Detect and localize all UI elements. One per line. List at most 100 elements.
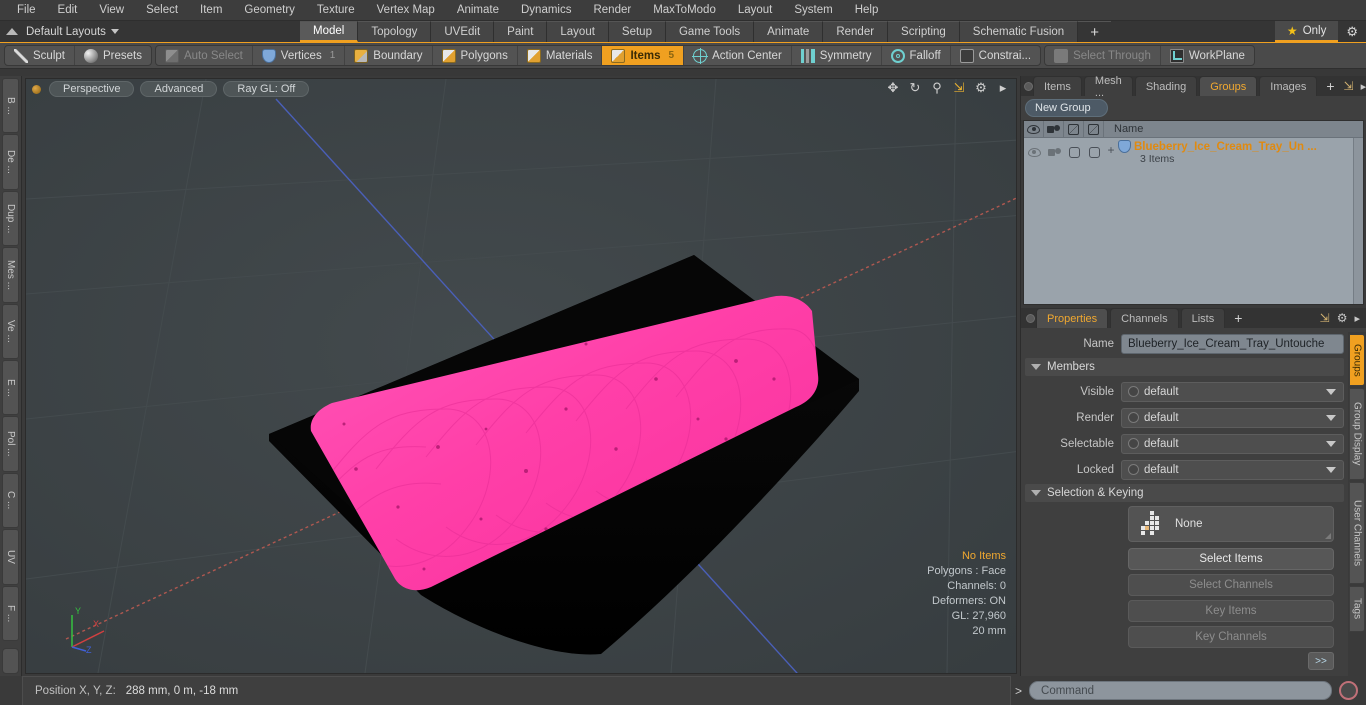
menu-item-select[interactable]: Select <box>135 2 189 18</box>
tab-uvedit[interactable]: UVEdit <box>431 21 495 42</box>
key-channels-button[interactable]: Key Channels <box>1128 626 1334 648</box>
groups-list[interactable]: Name + Blueberry_Ice_Cream_Tray_Un ... 3… <box>1023 120 1364 305</box>
left-tab-edge[interactable]: E ... <box>2 360 19 416</box>
tab-shading[interactable]: Shading <box>1134 76 1198 96</box>
left-tab-curve[interactable]: C ... <box>2 472 19 529</box>
tool-action-center[interactable]: Action Center <box>684 46 792 65</box>
menu-item-edit[interactable]: Edit <box>47 2 89 18</box>
left-tab-basic[interactable]: B ... <box>2 78 19 134</box>
select-items-button[interactable]: Select Items <box>1128 548 1334 570</box>
tab-model[interactable]: Model <box>300 21 359 42</box>
collapse-arrow-icon[interactable] <box>6 28 18 35</box>
rtab-group-display[interactable]: Group Display <box>1349 388 1365 480</box>
tab-images[interactable]: Images <box>1259 76 1318 96</box>
move-icon[interactable]: ✥ <box>886 80 900 95</box>
menu-item-geometry[interactable]: Geometry <box>233 2 306 18</box>
menu-item-item[interactable]: Item <box>189 2 233 18</box>
more-options-button[interactable]: >> <box>1308 652 1334 670</box>
left-tab-duplicate[interactable]: Dup ... <box>2 190 19 247</box>
tool-select-through[interactable]: Select Through <box>1045 46 1161 65</box>
tab-properties[interactable]: Properties <box>1036 308 1109 328</box>
gear-icon[interactable]: ⚙ <box>974 80 988 95</box>
menu-item-animate[interactable]: Animate <box>446 2 510 18</box>
row-render-toggle[interactable] <box>1064 140 1084 164</box>
tool-vertices[interactable]: Vertices 1 <box>253 46 346 65</box>
record-icon[interactable] <box>1339 681 1358 700</box>
new-group-button[interactable]: New Group <box>1025 99 1108 117</box>
tab-animate[interactable]: Animate <box>754 21 824 42</box>
viewport-projection-selector[interactable]: Perspective <box>49 81 135 97</box>
row-camera-toggle[interactable] <box>1044 140 1064 164</box>
menu-item-view[interactable]: View <box>88 2 135 18</box>
tool-boundary[interactable]: Boundary <box>345 46 433 65</box>
tab-paint[interactable]: Paint <box>494 21 548 42</box>
tab-topology[interactable]: Topology <box>358 21 432 42</box>
viewport-raygl-selector[interactable]: Ray GL: Off <box>223 81 310 97</box>
selection-set-field[interactable]: None <box>1128 506 1334 542</box>
zoom-icon[interactable]: ⚲ <box>930 80 944 95</box>
row-select-toggle[interactable] <box>1084 140 1104 164</box>
tab-channels[interactable]: Channels <box>1110 308 1179 328</box>
layout-settings-button[interactable]: ⚙ <box>1338 21 1366 42</box>
selection-keying-section-header[interactable]: Selection & Keying <box>1025 484 1344 502</box>
gear-icon[interactable]: ⚙ <box>1337 311 1348 325</box>
menu-item-vertex-map[interactable]: Vertex Map <box>366 2 446 18</box>
viewport-shading-selector[interactable]: Advanced <box>140 81 218 97</box>
tab-game-tools[interactable]: Game Tools <box>665 21 755 42</box>
tool-sculpt[interactable]: Sculpt <box>5 46 75 65</box>
play-icon[interactable]: ▸ <box>996 80 1010 95</box>
table-row[interactable]: + Blueberry_Ice_Cream_Tray_Un ... 3 Item… <box>1024 138 1353 168</box>
row-expand-button[interactable]: + <box>1104 140 1118 157</box>
tool-materials[interactable]: Materials <box>518 46 603 65</box>
menu-item-render[interactable]: Render <box>582 2 642 18</box>
menu-item-help[interactable]: Help <box>844 2 890 18</box>
chevron-right-icon[interactable]: ▸ <box>1354 312 1360 325</box>
locked-dropdown[interactable]: default <box>1121 459 1344 480</box>
menu-item-texture[interactable]: Texture <box>306 2 366 18</box>
rtab-groups[interactable]: Groups <box>1349 334 1365 386</box>
groups-list-body[interactable]: + Blueberry_Ice_Cream_Tray_Un ... 3 Item… <box>1024 138 1353 304</box>
chevron-right-icon[interactable]: ▸ <box>1361 80 1366 93</box>
visible-dropdown[interactable]: default <box>1121 381 1344 402</box>
menu-item-dynamics[interactable]: Dynamics <box>510 2 582 18</box>
locked-radio-icon[interactable] <box>1128 464 1139 475</box>
groups-list-scrollbar[interactable] <box>1353 138 1363 304</box>
left-tab-mesh[interactable]: Mes ... <box>2 247 19 303</box>
tab-scripting[interactable]: Scripting <box>888 21 960 42</box>
left-tab-fusion[interactable]: F ... <box>2 585 19 642</box>
tab-mesh[interactable]: Mesh ... <box>1083 75 1133 99</box>
menu-item-file[interactable]: File <box>6 2 47 18</box>
key-items-button[interactable]: Key Items <box>1128 600 1334 622</box>
command-input[interactable]: Command <box>1029 681 1332 700</box>
name-input[interactable]: Blueberry_Ice_Cream_Tray_Untouche <box>1121 333 1344 354</box>
expand-icon[interactable]: ⇲ <box>1344 79 1354 93</box>
tab-setup[interactable]: Setup <box>608 21 666 42</box>
viewport-3d[interactable]: Perspective Advanced Ray GL: Off ✥ ↻ ⚲ ⇲… <box>25 78 1017 674</box>
rtab-tags[interactable]: Tags <box>1349 586 1365 632</box>
tool-auto-select[interactable]: Auto Select <box>156 46 253 65</box>
fit-icon[interactable]: ⇲ <box>952 80 966 95</box>
panel-menu-dot-icon[interactable] <box>1024 76 1033 96</box>
rotate-icon[interactable]: ↻ <box>908 80 922 95</box>
render-dropdown[interactable]: default <box>1121 407 1344 428</box>
tab-schematic-fusion[interactable]: Schematic Fusion <box>959 21 1079 42</box>
add-tab-button[interactable]: + <box>1078 21 1111 42</box>
tab-lists[interactable]: Lists <box>1180 308 1226 328</box>
tool-workplane[interactable]: WorkPlane <box>1161 46 1254 65</box>
tool-falloff[interactable]: Falloff <box>882 46 951 65</box>
model-blueberry-ice-cream-tray[interactable] <box>26 79 1016 673</box>
rtab-user-channels[interactable]: User Channels <box>1349 482 1365 584</box>
only-toggle-button[interactable]: ★ Only <box>1274 21 1339 42</box>
left-tab-vertex[interactable]: Ve ... <box>2 303 19 360</box>
properties-menu-dot-icon[interactable] <box>1024 308 1036 328</box>
expand-icon[interactable]: ⇲ <box>1320 311 1330 325</box>
selectable-dropdown[interactable]: default <box>1121 433 1344 454</box>
visible-radio-icon[interactable] <box>1128 386 1139 397</box>
tool-polygons[interactable]: Polygons <box>433 46 518 65</box>
left-tab-deform[interactable]: De ... <box>2 134 19 190</box>
select-channels-button[interactable]: Select Channels <box>1128 574 1334 596</box>
tab-items[interactable]: Items <box>1033 76 1082 96</box>
left-tab-uv[interactable]: UV <box>2 529 19 585</box>
tab-layout[interactable]: Layout <box>547 21 609 42</box>
resize-corner-icon[interactable] <box>1325 533 1331 539</box>
